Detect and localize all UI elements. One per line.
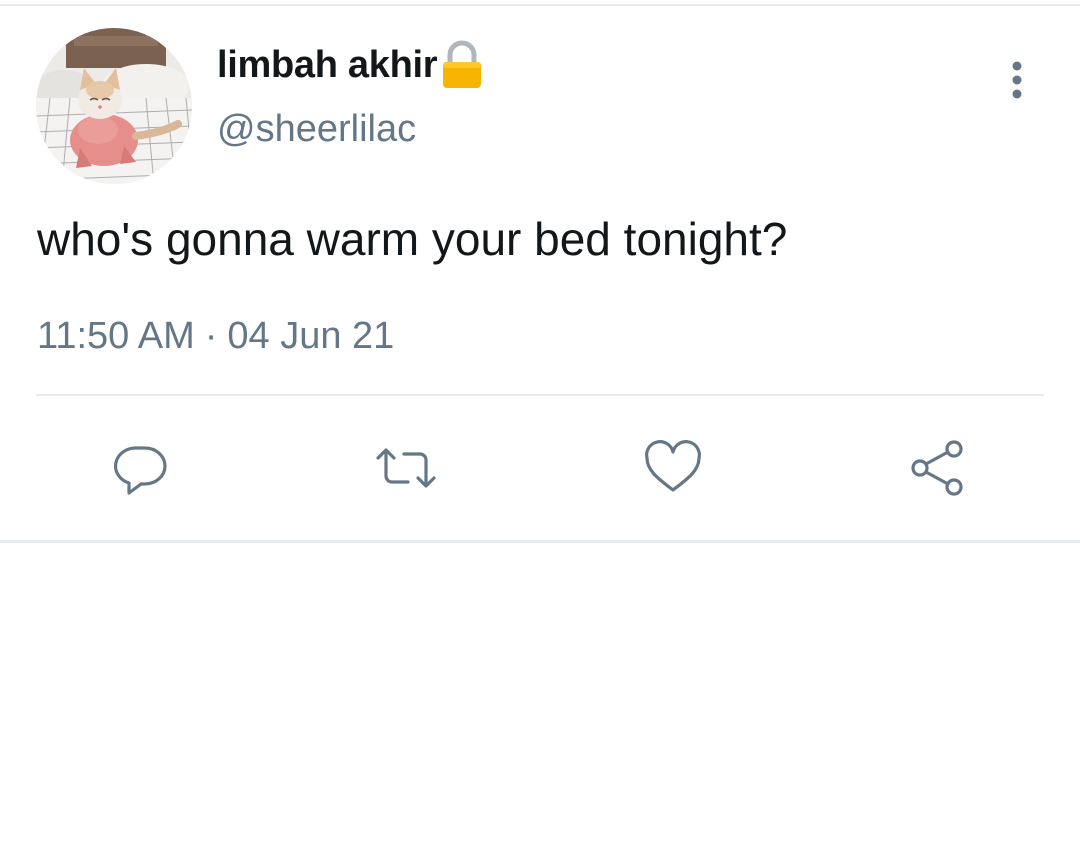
more-options-button[interactable]: [997, 56, 1037, 104]
tweet-time: 11:50 AM: [37, 315, 195, 357]
reply-icon: [113, 446, 167, 495]
retweet-button[interactable]: [374, 436, 438, 500]
retweet-icon: [376, 448, 436, 488]
author-handle[interactable]: @sheerlilac: [217, 108, 416, 151]
reply-button[interactable]: [108, 436, 172, 500]
more-vertical-icon: [1012, 61, 1022, 99]
top-divider: [0, 4, 1080, 6]
heart-icon: [645, 440, 701, 492]
cat-avatar-image: [36, 28, 192, 184]
actions-divider: [36, 394, 1044, 396]
lock-icon: [440, 40, 484, 90]
author-display-name[interactable]: limbah akhir: [217, 44, 438, 87]
tweet-timestamp[interactable]: 11:50 AM · 04 Jun 21: [37, 315, 394, 358]
tweet-text: who's gonna warm your bed tonight?: [37, 213, 788, 265]
meta-separator: ·: [204, 315, 218, 357]
like-button[interactable]: [641, 436, 705, 500]
share-icon: [911, 440, 963, 496]
tweet-detail-page: limbah akhir @sheerlilac who's gonna war…: [0, 0, 1080, 841]
share-button[interactable]: [906, 436, 970, 500]
tweet-date: 04 Jun 21: [227, 315, 395, 357]
author-name-row[interactable]: limbah akhir: [217, 40, 484, 90]
avatar[interactable]: [36, 28, 192, 184]
bottom-divider: [0, 540, 1080, 543]
